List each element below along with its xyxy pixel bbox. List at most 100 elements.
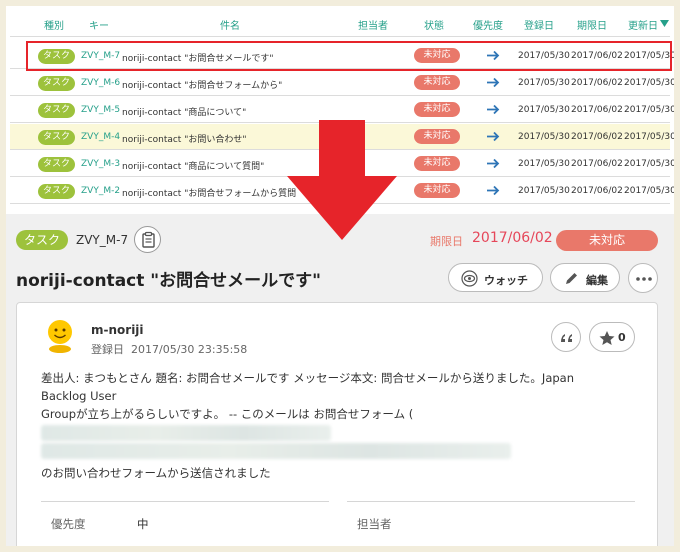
column-header-created[interactable]: 登録日 <box>524 17 554 32</box>
description-line: 差出人: まつもとさん 題名: お問合せメールです メッセージ本文: 問合せメー… <box>41 371 575 385</box>
due-date: 2017/06/02 <box>571 78 623 88</box>
due-date-value: 2017/06/02 <box>472 230 553 246</box>
priority-field: 優先度 中 <box>41 501 329 545</box>
redacted-text <box>41 425 331 441</box>
issue-subject-link[interactable]: noriji-contact "お問合せフォームから" <box>122 78 282 91</box>
issue-subject-link[interactable]: noriji-contact "お問い合わせ" <box>122 132 246 145</box>
copy-key-button[interactable] <box>134 226 161 253</box>
due-date: 2017/06/02 <box>571 105 623 115</box>
type-badge: タスク <box>38 157 75 172</box>
issue-description-card: m-noriji 登録日 2017/05/30 23:35:58 0 差出人: … <box>16 302 658 546</box>
created-label: 登録日 <box>91 343 124 356</box>
created-date: 2017/05/30 <box>518 132 570 142</box>
star-icon <box>599 331 615 345</box>
issue-key-link[interactable]: ZVY_M-4 <box>81 132 120 142</box>
status-badge: 未対応 <box>414 129 460 144</box>
table-header: 種別 キー 件名 担当者 状態 優先度 登録日 期限日 更新日 <box>6 6 674 36</box>
due-date: 2017/06/02 <box>571 132 623 142</box>
watch-label: ウォッチ <box>484 274 528 287</box>
issue-subject-link[interactable]: noriji-contact "商品について" <box>122 105 246 118</box>
due-date: 2017/06/02 <box>571 186 623 196</box>
due-date: 2017/06/02 <box>571 159 623 169</box>
watch-button[interactable]: ウォッチ <box>448 263 543 292</box>
edit-label: 編集 <box>586 274 608 287</box>
edit-button[interactable]: 編集 <box>550 263 620 292</box>
arrow-right-icon <box>487 104 500 115</box>
column-header-updated[interactable]: 更新日 <box>628 17 658 32</box>
column-header-status[interactable]: 状態 <box>424 17 444 32</box>
updated-date: 2017/05/30 <box>624 105 674 115</box>
created-date: 2017/05/30 <box>518 105 570 115</box>
status-badge[interactable]: 未対応 <box>556 230 658 251</box>
smiley-avatar-icon <box>48 320 72 353</box>
created-date: 2017/05/30 <box>518 159 570 169</box>
type-badge: タスク <box>38 184 75 199</box>
more-button[interactable] <box>628 263 658 293</box>
star-count: 0 <box>618 331 626 344</box>
description-line: Groupが立ち上がるらしいですよ。 -- このメールは お問合せフォーム ( <box>41 407 414 421</box>
issue-subject-link[interactable]: noriji-contact "お問合せメールです" <box>122 51 273 64</box>
priority-label: 優先度 <box>51 517 86 531</box>
issue-detail-panel: タスク ZVY_M-7 期限日 2017/06/02 未対応 noriji-co… <box>6 214 674 546</box>
clipboard-icon <box>142 231 155 248</box>
updated-date: 2017/05/30 <box>624 159 674 169</box>
type-badge: タスク <box>38 49 75 64</box>
arrow-right-icon <box>487 158 500 169</box>
table-row[interactable]: タスク ZVY_M-6 noriji-contact "お問合せフォームから" … <box>10 70 674 96</box>
arrow-right-icon <box>487 77 500 88</box>
type-badge: タスク <box>38 130 75 145</box>
description-line: のお問い合わせフォームから送信されました <box>41 466 271 480</box>
redacted-text <box>41 443 511 459</box>
priority-value: 中 <box>137 517 149 531</box>
arrow-down-icon <box>287 120 397 240</box>
created-date: 2017/05/30 <box>518 186 570 196</box>
issue-title: noriji-contact "お問合せメールです" <box>16 271 321 291</box>
created-timestamp: 登録日 2017/05/30 23:35:58 <box>91 341 247 357</box>
issue-description: 差出人: まつもとさん 題名: お問合せメールです メッセージ本文: 問合せメー… <box>41 369 631 423</box>
status-badge: 未対応 <box>414 75 460 90</box>
issue-key-link[interactable]: ZVY_M-3 <box>81 159 120 169</box>
quote-icon <box>561 334 572 342</box>
description-line: Backlog User <box>41 389 117 403</box>
updated-date: 2017/05/30 <box>624 132 674 142</box>
assignee-label: 担当者 <box>357 517 392 531</box>
ellipsis-icon <box>636 277 652 281</box>
status-badge: 未対応 <box>414 102 460 117</box>
issue-key-link[interactable]: ZVY_M-6 <box>81 78 120 88</box>
issue-subject-link[interactable]: noriji-contact "商品について質問" <box>122 159 264 172</box>
column-header-due[interactable]: 期限日 <box>577 17 607 32</box>
status-badge: 未対応 <box>414 183 460 198</box>
issue-key-link[interactable]: ZVY_M-2 <box>81 186 120 196</box>
updated-date: 2017/05/30 <box>624 186 674 196</box>
created-date: 2017/05/30 <box>518 51 570 61</box>
column-header-assignee[interactable]: 担当者 <box>358 17 388 32</box>
assignee-field: 担当者 <box>347 501 635 545</box>
created-date: 2017/05/30 <box>518 78 570 88</box>
type-badge: タスク <box>16 230 68 250</box>
pencil-icon <box>566 273 577 284</box>
type-badge: タスク <box>38 76 75 91</box>
column-header-subject[interactable]: 件名 <box>220 17 240 32</box>
column-header-type[interactable]: 種別 <box>44 17 64 32</box>
author-name[interactable]: m-noriji <box>91 323 144 337</box>
column-header-priority[interactable]: 優先度 <box>473 17 503 32</box>
arrow-right-icon <box>487 185 500 196</box>
due-date: 2017/06/02 <box>571 51 623 61</box>
column-header-key[interactable]: キー <box>89 17 109 32</box>
screenshot-frame: 種別 キー 件名 担当者 状態 優先度 登録日 期限日 更新日 タスク ZVY_… <box>6 6 674 546</box>
sort-desc-icon[interactable] <box>660 20 669 27</box>
table-row[interactable]: タスク ZVY_M-7 noriji-contact "お問合せメールです" 未… <box>10 43 674 69</box>
arrow-right-icon <box>487 131 500 142</box>
header-divider <box>10 36 670 37</box>
quote-button[interactable] <box>551 322 581 352</box>
star-button[interactable]: 0 <box>589 322 635 352</box>
status-badge: 未対応 <box>414 48 460 63</box>
issue-key-link[interactable]: ZVY_M-5 <box>81 105 120 115</box>
created-value: 2017/05/30 23:35:58 <box>131 343 248 356</box>
eye-icon <box>461 270 478 287</box>
updated-date: 2017/05/30 <box>624 78 674 88</box>
type-badge: タスク <box>38 103 75 118</box>
arrow-right-icon <box>487 50 500 61</box>
issue-key-link[interactable]: ZVY_M-7 <box>81 51 120 61</box>
issue-subject-link[interactable]: noriji-contact "お問合せフォームから質問 <box>122 186 296 199</box>
